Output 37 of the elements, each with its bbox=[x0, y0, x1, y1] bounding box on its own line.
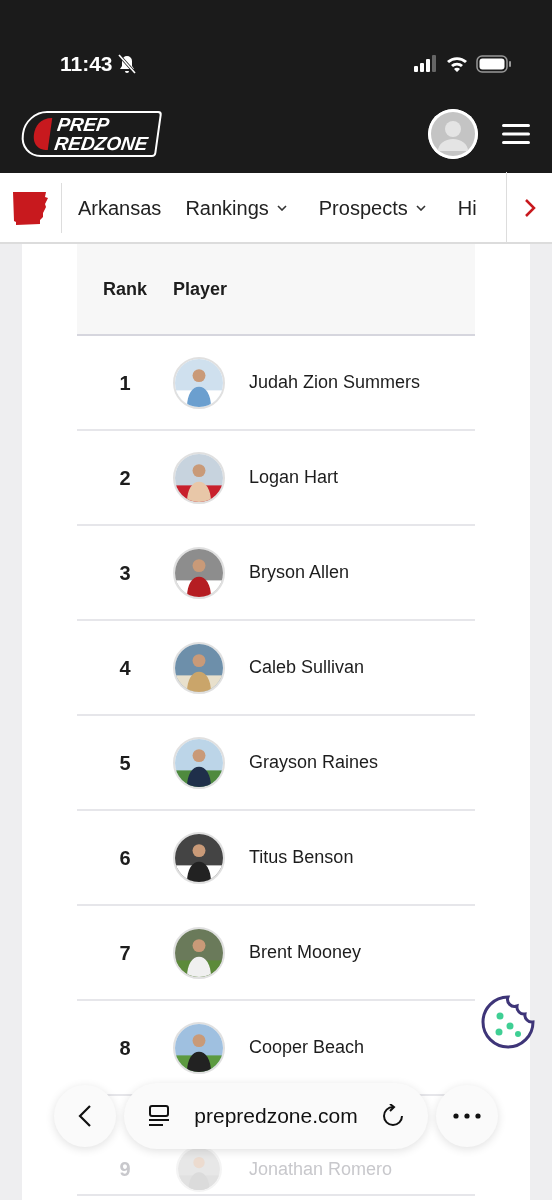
player-name[interactable]: Grayson Raines bbox=[249, 749, 379, 776]
player-name[interactable]: Bryson Allen bbox=[249, 559, 350, 586]
menu-icon[interactable] bbox=[502, 123, 530, 145]
player-name[interactable]: Titus Benson bbox=[249, 844, 354, 871]
signal-icon bbox=[414, 54, 438, 73]
rank-number: 3 bbox=[118, 560, 132, 586]
wifi-icon bbox=[446, 55, 468, 72]
back-chevron-icon bbox=[78, 1104, 92, 1128]
rank-number: 4 bbox=[118, 655, 132, 681]
nav-link[interactable]: Prospects bbox=[318, 192, 426, 223]
more-dots-icon bbox=[453, 1113, 481, 1119]
column-header: Player bbox=[173, 277, 228, 301]
reload-icon[interactable] bbox=[382, 1104, 404, 1128]
profile-avatar-icon[interactable] bbox=[428, 109, 478, 159]
cookie-icon[interactable] bbox=[480, 994, 536, 1050]
player-name[interactable]: Logan Hart bbox=[249, 464, 339, 491]
rank-number: 8 bbox=[118, 1035, 132, 1061]
rank-number: 2 bbox=[118, 465, 132, 491]
tab-overview-icon[interactable] bbox=[148, 1104, 170, 1128]
battery-icon bbox=[476, 54, 512, 73]
nav-link[interactable]: Rankings bbox=[185, 192, 287, 223]
rank-number: 6 bbox=[118, 845, 132, 871]
player-name[interactable]: Cooper Beach bbox=[249, 1034, 365, 1061]
player-name[interactable]: Brent Mooney bbox=[249, 939, 362, 966]
rank-number: 1 bbox=[118, 370, 132, 396]
player-name[interactable]: Caleb Sullivan bbox=[249, 654, 365, 681]
nav-link[interactable]: Arkansas bbox=[78, 192, 162, 223]
rank-number: 7 bbox=[118, 940, 132, 966]
address-bar[interactable]: prepredzone.com bbox=[124, 1083, 428, 1149]
rank-number: 5 bbox=[118, 750, 132, 776]
scroll-right-icon[interactable] bbox=[523, 197, 536, 218]
url-text: prepredzone.com bbox=[194, 1103, 358, 1130]
nav-link[interactable]: Hi bbox=[457, 192, 477, 223]
player-name[interactable]: Judah Zion Summers bbox=[249, 369, 421, 396]
column-header: Rank bbox=[102, 277, 148, 301]
state-map-icon[interactable] bbox=[11, 190, 50, 225]
clock-time: 11:43 bbox=[60, 50, 113, 77]
